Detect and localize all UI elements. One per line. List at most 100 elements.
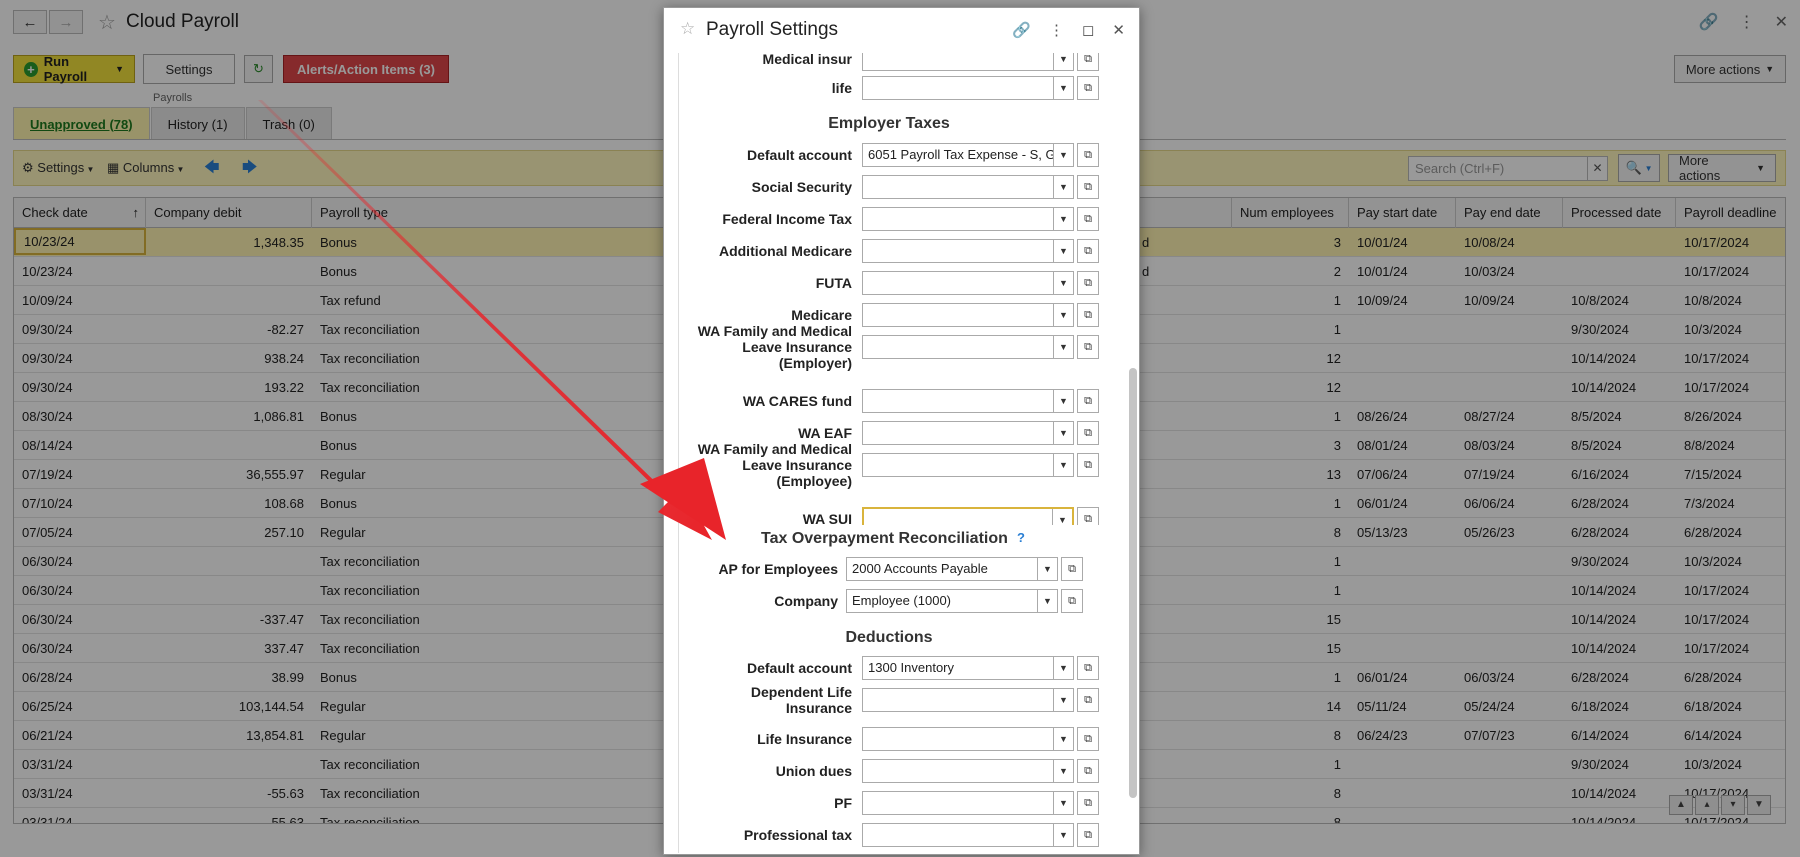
label-company: Company	[774, 593, 838, 609]
additional-medicare-open-button[interactable]: ⧉	[1077, 239, 1099, 263]
chevron-down-icon: ▼	[1053, 77, 1073, 99]
chevron-down-icon: ▼	[1053, 53, 1073, 70]
union-dues-open-button[interactable]: ⧉	[1077, 759, 1099, 783]
open-link-icon: ⧉	[1084, 797, 1092, 809]
help-icon[interactable]: ?	[1017, 530, 1025, 545]
chevron-down-icon: ▼	[1053, 240, 1073, 262]
payroll-settings-dialog: ☆ Payroll Settings 🔗 ⋮ ◻ ✕ Employer Taxe…	[663, 7, 1140, 855]
open-link-icon: ⧉	[1084, 53, 1092, 65]
dependent-life-select[interactable]: ▼	[862, 688, 1074, 712]
wa-cares-select[interactable]: ▼	[862, 389, 1074, 413]
chevron-down-icon: ▼	[1053, 304, 1073, 326]
dialog-title: Payroll Settings	[706, 19, 839, 40]
label-wa-fmli-employee: WA Family and Medical Leave Insurance (E…	[697, 441, 852, 489]
default-account-taxes-select[interactable]: 6051 Payroll Tax Expense - S, G & ▼	[862, 143, 1074, 167]
company-select[interactable]: Employee (1000) ▼	[846, 589, 1058, 613]
professional-tax-open-button[interactable]: ⧉	[1077, 823, 1099, 847]
label-wa-eaf: WA EAF	[798, 425, 852, 441]
open-link-icon: ⧉	[1084, 694, 1092, 706]
open-link-icon: ⧉	[1068, 563, 1076, 575]
pf-select[interactable]: ▼	[862, 791, 1074, 815]
additional-medicare-select[interactable]: ▼	[862, 239, 1074, 263]
label-life: life	[831, 80, 852, 96]
link-icon[interactable]: 🔗	[1012, 21, 1031, 39]
futa-select[interactable]: ▼	[862, 271, 1074, 295]
label-futa: FUTA	[815, 275, 852, 291]
chevron-down-icon: ▼	[1053, 792, 1073, 814]
professional-tax-select[interactable]: ▼	[862, 823, 1074, 847]
pf-open-button[interactable]: ⧉	[1077, 791, 1099, 815]
chevron-down-icon: ▼	[1053, 272, 1073, 294]
dialog-scrollbar-thumb[interactable]	[1129, 368, 1137, 798]
section-tax-overpayment: Tax Overpayment Reconciliation	[761, 530, 1008, 547]
open-link-icon: ⧉	[1084, 662, 1092, 674]
dialog-header-icons: 🔗 ⋮ ◻ ✕	[1012, 21, 1125, 39]
wa-eaf-select[interactable]: ▼	[862, 421, 1074, 445]
wa-fmli-employee-select[interactable]: ▼	[862, 453, 1074, 477]
label-dependent-life: Dependent Life Insurance	[750, 684, 852, 716]
label-default-account-taxes: Default account	[746, 147, 852, 163]
open-link-icon: ⧉	[1084, 395, 1092, 407]
chevron-down-icon: ▼	[1053, 390, 1073, 412]
label-additional-medicare: Additional Medicare	[718, 243, 852, 259]
social-security-select[interactable]: ▼	[862, 175, 1074, 199]
chevron-down-icon: ▼	[1053, 422, 1073, 444]
chevron-down-icon: ▼	[1053, 760, 1073, 782]
dependent-life-open-button[interactable]: ⧉	[1077, 688, 1099, 712]
label-medicare: Medicare	[791, 307, 852, 323]
label-wa-cares: WA CARES fund	[742, 393, 852, 409]
medicare-open-button[interactable]: ⧉	[1077, 303, 1099, 327]
medical-insur-open-button[interactable]: ⧉	[1077, 53, 1099, 71]
close-icon[interactable]: ✕	[1112, 21, 1125, 39]
futa-open-button[interactable]: ⧉	[1077, 271, 1099, 295]
default-account-taxes-open-button[interactable]: ⧉	[1077, 143, 1099, 167]
open-link-icon: ⧉	[1084, 513, 1092, 525]
chevron-down-icon: ▼	[1053, 657, 1073, 679]
medical-insur-select[interactable]: ▼	[862, 53, 1074, 71]
label-professional-tax: Professional tax	[743, 827, 852, 843]
ap-employees-open-button[interactable]: ⧉	[1061, 557, 1083, 581]
chevron-down-icon: ▼	[1053, 454, 1073, 476]
open-link-icon: ⧉	[1084, 427, 1092, 439]
label-medical-insur: Medical insur	[762, 53, 852, 67]
label-ap-employees: AP for Employees	[718, 561, 838, 577]
chevron-down-icon: ▼	[1053, 176, 1073, 198]
dialog-body: Employer Taxes Deductions Medical insur ▼…	[678, 53, 1118, 853]
life-insurance-select[interactable]: ▼	[862, 727, 1074, 751]
open-link-icon: ⧉	[1084, 181, 1092, 193]
chevron-down-icon: ▼	[1053, 208, 1073, 230]
open-link-icon: ⧉	[1084, 459, 1092, 471]
tax-overpayment-highlight: Tax Overpayment Reconciliation ? AP for …	[711, 525, 1107, 621]
label-pf: PF	[834, 795, 852, 811]
federal-income-tax-select[interactable]: ▼	[862, 207, 1074, 231]
kebab-menu-icon[interactable]: ⋮	[1049, 21, 1064, 39]
wa-fmli-employee-open-button[interactable]: ⧉	[1077, 453, 1099, 477]
wa-fmli-employer-open-button[interactable]: ⧉	[1077, 335, 1099, 359]
label-federal-income-tax: Federal Income Tax	[722, 211, 852, 227]
chevron-down-icon: ▼	[1037, 558, 1057, 580]
federal-income-tax-open-button[interactable]: ⧉	[1077, 207, 1099, 231]
default-account-ded-select[interactable]: 1300 Inventory ▼	[862, 656, 1074, 680]
label-life-insurance: Life Insurance	[757, 731, 852, 747]
wa-fmli-employer-select[interactable]: ▼	[862, 335, 1074, 359]
open-link-icon: ⧉	[1084, 277, 1092, 289]
maximize-icon[interactable]: ◻	[1082, 21, 1094, 39]
favorite-star-icon[interactable]: ☆	[680, 19, 695, 39]
life-open-button[interactable]: ⧉	[1077, 76, 1099, 100]
label-default-account-ded: Default account	[746, 660, 852, 676]
social-security-open-button[interactable]: ⧉	[1077, 175, 1099, 199]
chevron-down-icon: ▼	[1053, 824, 1073, 846]
life-select[interactable]: ▼	[862, 76, 1074, 100]
union-dues-select[interactable]: ▼	[862, 759, 1074, 783]
label-wa-fmli-employer: WA Family and Medical Leave Insurance (E…	[697, 323, 852, 371]
wa-cares-open-button[interactable]: ⧉	[1077, 389, 1099, 413]
section-employer-taxes: Employer Taxes	[828, 115, 950, 132]
open-link-icon: ⧉	[1084, 829, 1092, 841]
default-account-ded-open-button[interactable]: ⧉	[1077, 656, 1099, 680]
ap-employees-select[interactable]: 2000 Accounts Payable ▼	[846, 557, 1058, 581]
life-insurance-open-button[interactable]: ⧉	[1077, 727, 1099, 751]
company-open-button[interactable]: ⧉	[1061, 589, 1083, 613]
medicare-select[interactable]: ▼	[862, 303, 1074, 327]
label-union-dues: Union dues	[775, 763, 852, 779]
wa-eaf-open-button[interactable]: ⧉	[1077, 421, 1099, 445]
